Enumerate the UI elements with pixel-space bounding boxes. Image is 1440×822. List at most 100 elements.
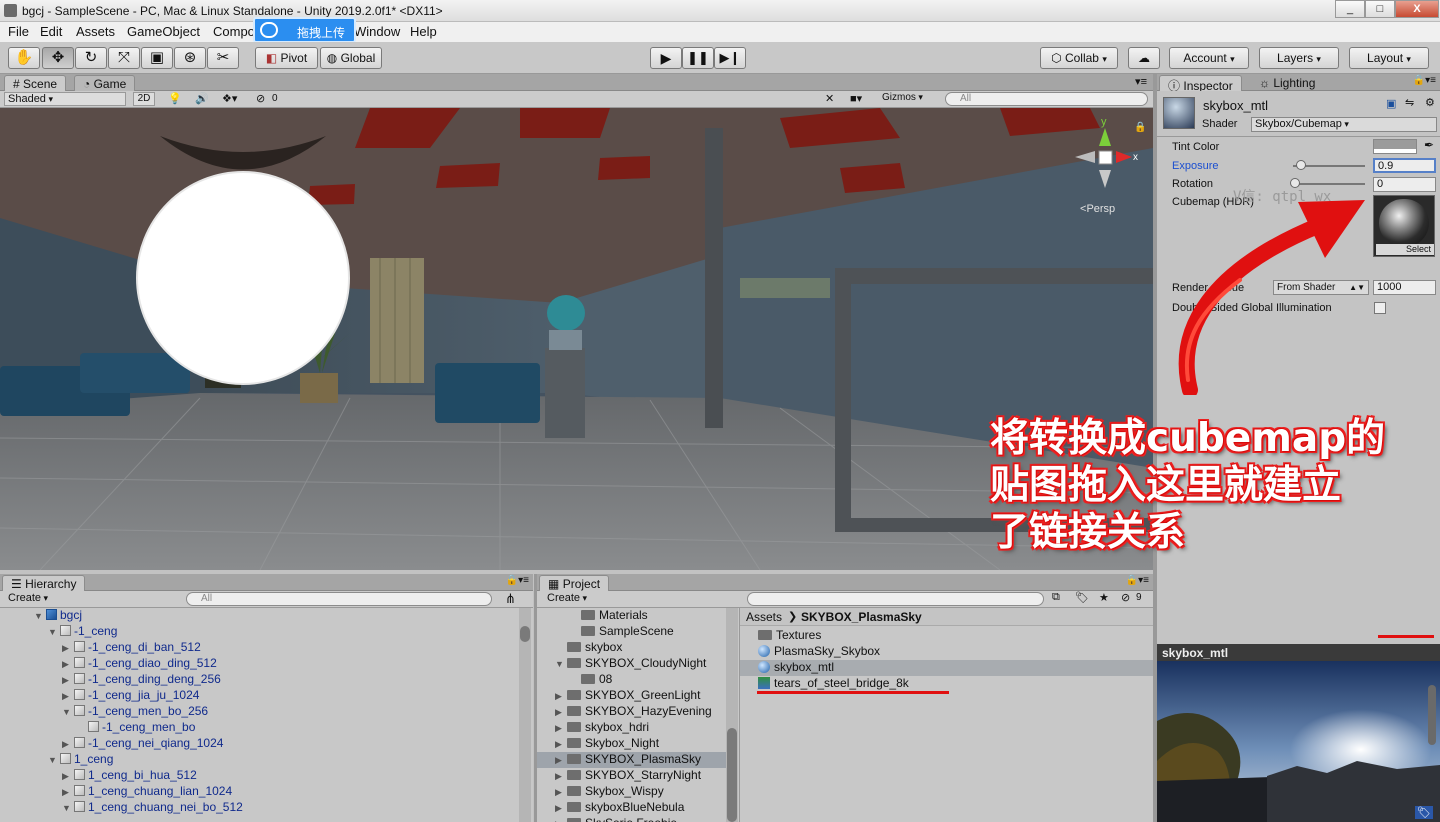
hierarchy-row[interactable]: -1_ceng_men_bo: [76, 720, 195, 736]
expand-down-icon[interactable]: ▼: [48, 755, 60, 765]
folder-tree-item[interactable]: ▶ SKYBOX_StarryNight: [537, 768, 726, 784]
tab-hierarchy[interactable]: ☰ Hierarchy: [2, 575, 86, 591]
folder-tree-item[interactable]: Materials: [537, 608, 726, 624]
folder-tree-item[interactable]: ▶ skyboxBlueNebula: [537, 800, 726, 816]
layers-dropdown[interactable]: Layers: [1259, 47, 1339, 69]
effects-dropdown-icon[interactable]: ❖▾: [222, 92, 237, 105]
account-dropdown[interactable]: Account: [1169, 47, 1249, 69]
move-tool-button[interactable]: ✥: [42, 47, 74, 69]
hierarchy-create-dropdown[interactable]: Create: [4, 592, 56, 606]
folder-tree-item[interactable]: ▶ SKYBOX_HazyEvening: [537, 704, 726, 720]
expand-right-icon[interactable]: ▶: [555, 707, 567, 718]
help-icon[interactable]: ▣: [1386, 97, 1396, 110]
hierarchy-row[interactable]: ▶ -1_ceng_ding_deng_256: [62, 672, 221, 688]
folder-tree-item[interactable]: ▶SkySerie Freebie: [537, 816, 726, 822]
shader-dropdown[interactable]: Skybox/Cubemap: [1251, 117, 1437, 132]
pause-button[interactable]: ❚❚: [682, 47, 714, 69]
asset-item[interactable]: tears_of_steel_bridge_8k: [740, 676, 1154, 692]
hierarchy-row[interactable]: ▼ 1_ceng: [48, 752, 113, 768]
folder-tree-item[interactable]: ▶ Skybox_Wispy: [537, 784, 726, 800]
hierarchy-row[interactable]: ▶ -1_ceng_nei_qiang_1024: [62, 736, 223, 752]
cloud-services-button[interactable]: ☁: [1128, 47, 1160, 69]
hidden-packages-icon[interactable]: ⊘: [1121, 591, 1130, 604]
menu-window[interactable]: Window: [354, 24, 400, 39]
breadcrumb-assets[interactable]: Assets: [746, 610, 782, 624]
tint-color-swatch[interactable]: [1373, 139, 1417, 154]
filter-type-icon[interactable]: ⧉: [1052, 591, 1060, 604]
expand-right-icon[interactable]: ▶: [62, 771, 74, 782]
panel-menu-icon[interactable]: ▾≡: [1135, 75, 1147, 88]
tab-project[interactable]: ▦ Project: [539, 575, 610, 591]
collab-dropdown[interactable]: ⬡ Collab: [1040, 47, 1118, 69]
menu-assets[interactable]: Assets: [76, 24, 115, 39]
hidden-objects-icon[interactable]: ⊘: [256, 92, 265, 105]
folder-tree-scrollbar[interactable]: [726, 608, 738, 822]
breadcrumb-current[interactable]: SKYBOX_PlasmaSky: [801, 610, 922, 624]
expand-right-icon[interactable]: ▶: [555, 739, 567, 750]
exposure-slider-thumb[interactable]: [1296, 160, 1306, 170]
preview-scrollbar[interactable]: [1428, 685, 1436, 745]
expand-right-icon[interactable]: ▶: [62, 675, 74, 686]
settings-gear-icon[interactable]: ⚙: [1425, 96, 1435, 109]
pivot-toggle[interactable]: ◧ Pivot: [255, 47, 318, 69]
expand-right-icon[interactable]: ▶: [62, 739, 74, 750]
drag-upload-badge[interactable]: 拖拽上传: [253, 17, 356, 43]
transform-tool-button[interactable]: ⊛: [174, 47, 206, 69]
expand-right-icon[interactable]: ▶: [555, 755, 567, 766]
scene-view[interactable]: y x <Persp 🔒: [0, 108, 1153, 570]
expand-down-icon[interactable]: ▼: [62, 803, 74, 813]
expand-right-icon[interactable]: ▶: [62, 691, 74, 702]
asset-item[interactable]: PlasmaSky_Skybox: [740, 644, 1154, 660]
step-button[interactable]: ▶❙: [714, 47, 746, 69]
expand-right-icon[interactable]: ▶: [555, 803, 567, 814]
close-button[interactable]: X: [1395, 0, 1439, 18]
skybox-preview[interactable]: 🏷: [1157, 661, 1440, 822]
rotate-tool-button[interactable]: ↻: [75, 47, 107, 69]
folder-tree-item[interactable]: ▶ SKYBOX_PlasmaSky: [537, 752, 726, 768]
hierarchy-scroll-thumb[interactable]: [520, 626, 530, 642]
shading-mode-dropdown[interactable]: Shaded: [4, 92, 126, 106]
gizmos-dropdown[interactable]: Gizmos: [879, 92, 935, 106]
scale-tool-button[interactable]: ⤧: [108, 47, 140, 69]
lighting-toggle-icon[interactable]: 💡: [168, 92, 182, 105]
exposure-input[interactable]: 0.9: [1373, 158, 1436, 173]
maximize-button[interactable]: □: [1365, 0, 1395, 18]
menu-component[interactable]: Compo: [213, 24, 255, 39]
hierarchy-scrollbar[interactable]: [519, 608, 531, 822]
folder-tree-item[interactable]: ▶ skybox_hdri: [537, 720, 726, 736]
minimize-button[interactable]: _: [1335, 0, 1365, 18]
hierarchy-row[interactable]: ▼ -1_ceng: [48, 624, 117, 640]
asset-item[interactable]: skybox_mtl: [740, 660, 1154, 676]
mode-2d-toggle[interactable]: 2D: [133, 92, 155, 106]
preset-icon[interactable]: ⇋: [1405, 96, 1414, 109]
expand-down-icon[interactable]: ▼: [555, 659, 567, 669]
expand-right-icon[interactable]: ▶: [555, 787, 567, 798]
favorite-star-icon[interactable]: ★: [1099, 591, 1109, 604]
custom-tool-button[interactable]: ✂: [207, 47, 239, 69]
filter-label-icon[interactable]: 🏷: [1075, 591, 1089, 604]
expand-down-icon[interactable]: ▼: [48, 627, 60, 637]
tools-icon[interactable]: ✕: [825, 92, 834, 105]
menu-help[interactable]: Help: [410, 24, 437, 39]
hierarchy-options-icon[interactable]: ⋔: [505, 591, 516, 607]
expand-right-icon[interactable]: ▶: [555, 691, 567, 702]
hierarchy-row[interactable]: ▶ -1_ceng_di_ban_512: [62, 640, 201, 656]
menu-edit[interactable]: Edit: [40, 24, 62, 39]
expand-right-icon[interactable]: ▶: [555, 771, 567, 782]
folder-tree-item[interactable]: skybox: [537, 640, 726, 656]
project-menu-icon[interactable]: 🔒▾≡: [1126, 575, 1149, 586]
hierarchy-row[interactable]: ▶ -1_ceng_jia_ju_1024: [62, 688, 199, 704]
folder-tree-item[interactable]: 08: [537, 672, 726, 688]
hierarchy-row[interactable]: ▶ 1_ceng_bi_hua_512: [62, 768, 197, 784]
expand-right-icon[interactable]: ▶: [555, 723, 567, 734]
expand-right-icon[interactable]: ▶: [62, 643, 74, 654]
folder-tree-item[interactable]: ▶ Skybox_Night: [537, 736, 726, 752]
folder-tree-item[interactable]: ▼ SKYBOX_CloudyNight: [537, 656, 726, 672]
project-create-dropdown[interactable]: Create: [543, 592, 595, 606]
project-search-input[interactable]: [747, 592, 1044, 606]
play-button[interactable]: ▶: [650, 47, 682, 69]
camera-icon[interactable]: ■▾: [850, 92, 862, 105]
global-toggle[interactable]: ◍ Global: [320, 47, 382, 69]
projection-label[interactable]: <Persp: [1080, 203, 1115, 215]
expand-right-icon[interactable]: ▶: [62, 659, 74, 670]
